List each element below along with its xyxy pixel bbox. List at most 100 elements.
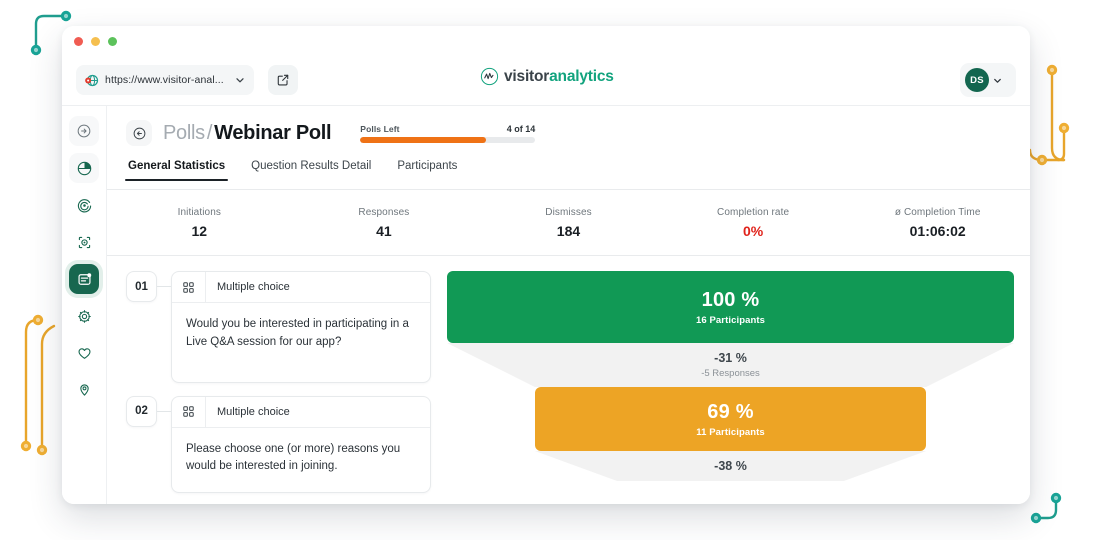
avatar: DS — [965, 68, 989, 92]
question-number: 02 — [126, 395, 157, 427]
chevron-down-icon — [994, 78, 1001, 83]
stat-label: Initiations — [177, 206, 221, 218]
recordings-icon — [77, 198, 91, 212]
sidebar-item-settings[interactable] — [69, 301, 99, 331]
funnel-stage-participants: 16 Participants — [695, 314, 766, 326]
brand-logo: visitoranalytics — [480, 67, 614, 86]
browser-toolbar: https://www.visitor-anal... visitoranaly… — [62, 54, 1030, 106]
content-area: Polls / Webinar Poll Polls Left 4 of 14 Ge… — [107, 106, 1030, 504]
question-connector — [157, 396, 171, 427]
collapse-arrow-icon — [77, 124, 91, 138]
tab-general-statistics[interactable]: General Statistics — [124, 160, 229, 181]
question-type-label: Multiple choice — [217, 405, 290, 418]
funnel-stage-percent: 100 % — [701, 288, 760, 311]
question-type-label: Multiple choice — [217, 281, 290, 293]
stat--completion-time: ø Completion Time 01:06:02 — [845, 207, 1030, 239]
location-pin-icon — [79, 383, 89, 396]
stat-initiations: Initiations 12 — [107, 207, 292, 239]
decorative-connector-top-right — [1028, 64, 1070, 166]
stat-value: 01:06:02 — [909, 222, 966, 239]
tab-question-results-detail[interactable]: Question Results Detail — [251, 160, 371, 180]
funnel-stage-percent: 69 % — [707, 400, 754, 423]
sidebar-item-collapse[interactable] — [69, 116, 99, 146]
breadcrumb-separator: / — [206, 121, 213, 144]
wave-circle-icon — [480, 67, 499, 86]
funnel-drop-responses: -5 Responses — [701, 368, 760, 379]
back-button[interactable] — [126, 120, 152, 146]
window-minimize-button[interactable] — [91, 37, 100, 46]
app-body: Polls / Webinar Poll Polls Left 4 of 14 Ge… — [62, 106, 1030, 504]
stat-value: 184 — [556, 222, 581, 239]
sidebar-item-recordings[interactable] — [69, 190, 99, 220]
user-menu[interactable]: DS — [960, 63, 1016, 97]
stat-label: Dismisses — [545, 206, 592, 218]
stat-label: ø Completion Time — [894, 206, 981, 218]
question-list: 01 Multiple choice Would you be interested… — [126, 271, 431, 500]
tab-bar: General Statistics Question Results Detai… — [107, 160, 1030, 190]
question-text: Please choose one (or more) reasons you … — [186, 442, 401, 473]
question-card-header: Multiple choice — [172, 272, 430, 303]
polls-left-progress-fill — [360, 136, 487, 143]
decorative-connector-bottom-right — [1030, 492, 1062, 524]
funnel-drop-percent: -38 % — [714, 459, 747, 473]
results-split: 01 Multiple choice Would you be interested… — [107, 256, 1030, 500]
globe-icon — [85, 74, 99, 86]
stat-completion-rate: Completion rate 0% — [661, 207, 846, 239]
sidebar-item-polls[interactable] — [69, 264, 99, 294]
browser-window: https://www.visitor-anal... visitoranaly… — [62, 26, 1030, 504]
polls-left-meter: Polls Left 4 of 14 — [360, 123, 536, 143]
question-card[interactable]: Multiple choice Would you be interested i… — [171, 271, 431, 383]
funnel-stage: 69 % 11 Participants — [534, 387, 927, 451]
question-row: 02 Multiple choice Please choose one (or m… — [126, 395, 431, 494]
back-circle-icon — [133, 127, 145, 139]
window-zoom-button[interactable] — [108, 37, 117, 46]
stat-dismisses: Dismisses 184 — [476, 207, 661, 239]
pie-chart-icon — [77, 161, 91, 175]
funnel-drop: -31 % -5 Responses — [447, 343, 1014, 387]
gear-icon — [77, 309, 91, 323]
address-bar[interactable]: https://www.visitor-anal... — [76, 65, 254, 95]
question-card-body: Please choose one (or more) reasons you … — [172, 428, 430, 493]
polls-left-count: 4 of 14 — [506, 123, 536, 134]
sidebar-item-statistics[interactable] — [69, 153, 99, 183]
sidebar-item-favorites[interactable] — [69, 338, 99, 368]
funnel-chart: 100 % 16 Participants -31 % -5 Responses 69 … — [447, 271, 1014, 500]
heatmap-target-icon — [78, 236, 90, 248]
external-link-icon — [277, 74, 289, 86]
question-number: 01 — [126, 271, 157, 302]
grid-squares-icon — [183, 281, 194, 293]
page-header: Polls / Webinar Poll Polls Left 4 of 14 — [107, 106, 1030, 160]
question-card[interactable]: Multiple choice Please choose one (or mor… — [171, 395, 431, 494]
polls-survey-icon — [77, 272, 91, 285]
stat-value: 12 — [191, 222, 208, 239]
stat-label: Responses — [358, 206, 410, 218]
url-text: https://www.visitor-anal... — [105, 74, 224, 86]
polls-left-progress-track — [360, 136, 536, 143]
grid-squares-icon — [183, 406, 194, 417]
question-card-body: Would you be interested in participating… — [172, 303, 430, 382]
funnel-drop: -38 % — [447, 451, 1014, 481]
chevron-down-icon[interactable] — [234, 74, 246, 86]
stat-label: Completion rate — [717, 206, 790, 218]
question-card-header: Multiple choice — [172, 396, 430, 428]
brand-name: visitoranalytics — [504, 67, 614, 85]
question-type-icon-wrap — [172, 396, 206, 427]
question-text: Would you be interested in participating… — [186, 318, 409, 348]
tab-participants[interactable]: Participants — [397, 160, 457, 180]
funnel-drop-percent: -31 % — [714, 351, 747, 365]
stat-value: 0% — [742, 222, 764, 239]
question-type-icon-wrap — [172, 272, 206, 302]
sidebar-item-heatmaps[interactable] — [69, 227, 99, 257]
stat-value: 41 — [376, 222, 392, 239]
heart-icon — [78, 347, 90, 359]
funnel-stage-participants: 11 Participants — [696, 426, 765, 438]
question-row: 01 Multiple choice Would you be interested… — [126, 271, 431, 383]
open-external-button[interactable] — [268, 65, 298, 95]
polls-left-label: Polls Left — [360, 123, 400, 134]
sidebar — [62, 106, 107, 504]
page-title: Webinar Poll — [214, 121, 332, 144]
sidebar-item-visitors-map[interactable] — [69, 375, 99, 405]
question-connector — [157, 271, 171, 302]
window-close-button[interactable] — [74, 37, 83, 46]
breadcrumb-parent[interactable]: Polls — [163, 122, 205, 144]
